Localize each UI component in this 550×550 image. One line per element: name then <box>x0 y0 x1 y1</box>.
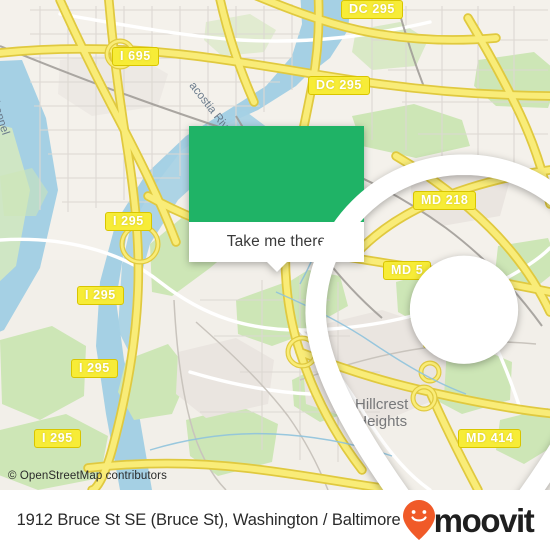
road-shield: I 295 <box>34 429 81 448</box>
road-shield: I 295 <box>77 286 124 305</box>
road-shield: I 295 <box>105 212 152 231</box>
location-callout-card[interactable]: Take me there <box>189 126 550 490</box>
callout-header <box>189 126 550 490</box>
road-shield: I 295 <box>71 359 118 378</box>
road-shield: DC 295 <box>341 0 403 19</box>
road-shield: I 695 <box>112 47 159 66</box>
moovit-smiley-pin-icon <box>402 500 435 540</box>
map-attribution[interactable]: © OpenStreetMap contributors <box>8 470 167 482</box>
callout-pointer-tail <box>266 262 287 272</box>
address-caption: 1912 Bruce St SE (Bruce St), Washington … <box>16 510 401 529</box>
moovit-location-card: DC 295 I 695 DC 295 MD 218 I 295 I 295 M… <box>0 0 550 550</box>
footer-bar: 1912 Bruce St SE (Bruce St), Washington … <box>0 490 550 550</box>
moovit-wordmark: moovit <box>433 501 535 539</box>
road-shield: DC 295 <box>308 76 370 95</box>
moovit-logo[interactable]: moovit <box>402 499 535 541</box>
map-pin-icon <box>305 154 550 490</box>
map-canvas[interactable]: DC 295 I 695 DC 295 MD 218 I 295 I 295 M… <box>0 0 550 490</box>
